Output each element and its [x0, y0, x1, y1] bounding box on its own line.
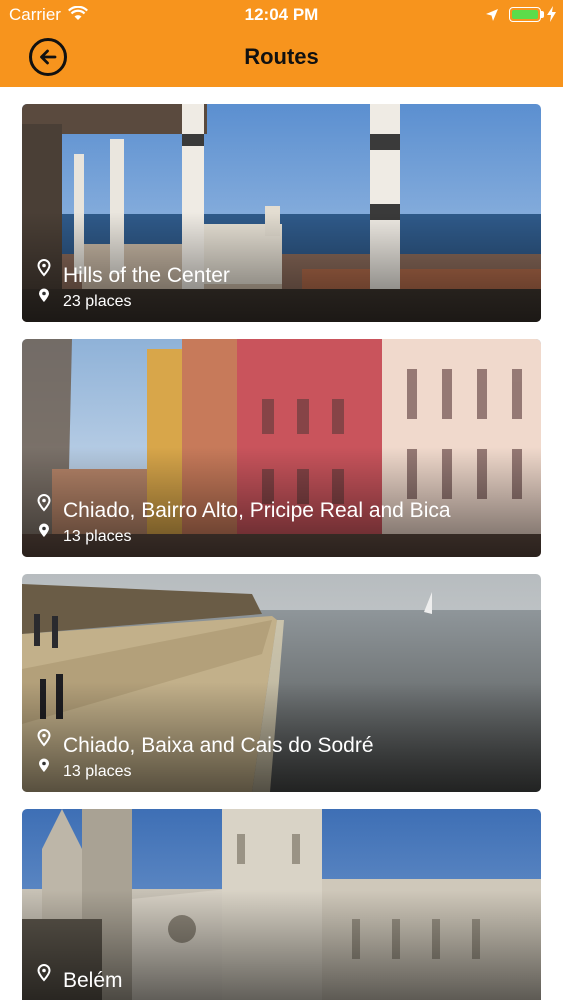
page-title: Routes	[244, 44, 319, 69]
route-title: Chiado, Bairro Alto, Pricipe Real and Bi…	[63, 499, 451, 522]
map-pin-icon	[37, 258, 51, 282]
route-places-count: 23 places	[63, 293, 132, 310]
battery-tip	[541, 11, 544, 18]
route-card[interactable]: Belém	[22, 809, 541, 1000]
map-pin-icon	[37, 963, 51, 987]
route-places-count: 13 places	[63, 528, 132, 545]
clock: 12:04 PM	[244, 5, 319, 24]
places-pin-icon	[38, 523, 50, 543]
charging-bolt-icon	[547, 6, 556, 27]
route-card[interactable]: Chiado, Baixa and Cais do Sodré 13 place…	[22, 574, 541, 792]
route-card[interactable]: Hills of the Center 23 places	[22, 104, 541, 322]
map-pin-icon	[37, 493, 51, 517]
status-bar: Carrier 12:04 PM	[0, 0, 563, 30]
location-arrow-icon	[485, 7, 499, 27]
navigation-bar: Routes	[0, 30, 563, 87]
route-places-count: 13 places	[63, 763, 132, 780]
route-card[interactable]: Chiado, Bairro Alto, Pricipe Real and Bi…	[22, 339, 541, 557]
places-pin-icon	[38, 758, 50, 778]
route-title: Belém	[63, 969, 123, 992]
battery-level	[512, 10, 538, 19]
places-pin-icon	[38, 288, 50, 308]
map-pin-icon	[37, 728, 51, 752]
route-title: Hills of the Center	[63, 264, 230, 287]
battery-icon	[509, 7, 541, 22]
route-title: Chiado, Baixa and Cais do Sodré	[63, 734, 374, 757]
